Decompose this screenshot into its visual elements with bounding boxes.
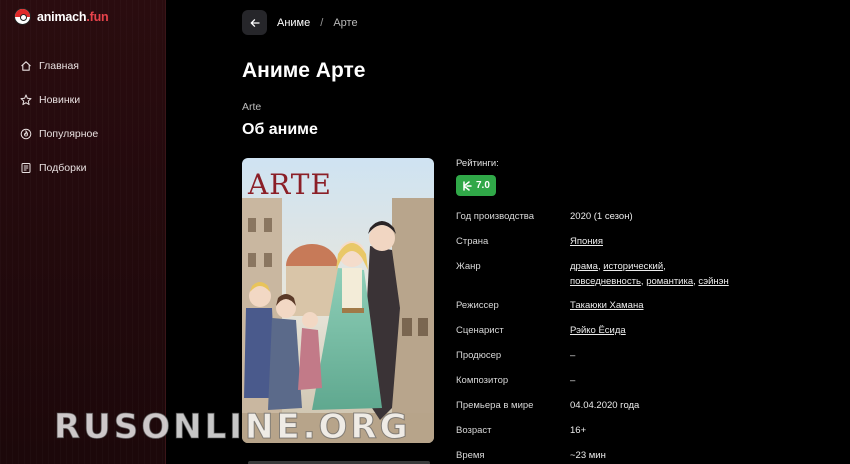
genre-link[interactable]: сэйнэн <box>698 276 728 287</box>
writer-link[interactable]: Рэйко Ёсида <box>570 325 626 336</box>
arrow-left-icon <box>250 18 260 27</box>
sidebar-item-popular[interactable]: Популярное <box>20 117 98 151</box>
detail-label: Композитор <box>456 375 509 386</box>
original-title: Arte <box>242 101 262 113</box>
genre-link[interactable]: романтика <box>646 276 693 287</box>
back-button[interactable] <box>242 10 267 35</box>
detail-row-premiere: Премьера в мире 04.04.2020 года <box>456 398 639 413</box>
detail-label: Возраст <box>456 425 492 436</box>
genre-link[interactable]: повседневность <box>570 276 641 287</box>
logo-text: animach.fun <box>37 9 109 24</box>
genre-link[interactable]: драма <box>570 261 598 272</box>
poster-title-text: ARTE <box>247 168 332 201</box>
breadcrumb-separator: / <box>320 16 324 29</box>
pokeball-icon <box>14 8 31 25</box>
sidebar-item-label: Популярное <box>39 128 99 140</box>
breadcrumb: Аниме / Арте <box>242 10 358 35</box>
detail-value: 04.04.2020 года <box>570 400 640 411</box>
detail-value: 16+ <box>570 425 587 436</box>
sidebar-item-collections[interactable]: Подборки <box>20 151 98 185</box>
anime-poster[interactable]: ARTE <box>242 158 434 443</box>
country-link[interactable]: Япония <box>570 236 603 247</box>
detail-value: 2020 (1 сезон) <box>570 211 633 222</box>
star-icon <box>20 94 32 106</box>
detail-label: Год производства <box>456 211 535 222</box>
detail-label: Страна <box>456 236 489 247</box>
detail-row-year: Год производства 2020 (1 сезон) <box>456 209 633 224</box>
sidebar-item-label: Подборки <box>39 162 87 174</box>
collection-icon <box>21 163 31 173</box>
breadcrumb-parent-link[interactable]: Аниме <box>277 17 310 29</box>
detail-row-genre: Жанр драма, исторический, повседневность… <box>456 261 729 287</box>
detail-value: ~23 мин <box>570 450 606 461</box>
detail-label: Время <box>456 450 485 461</box>
detail-row-duration: Время ~23 мин <box>456 448 606 463</box>
home-icon <box>21 61 31 71</box>
kinopoisk-icon <box>463 180 472 191</box>
sidebar-nav: Главная Новинки Популярное Подборки <box>20 49 98 185</box>
rating-value: 7.0 <box>476 180 490 191</box>
kinopoisk-rating-badge[interactable]: 7.0 <box>456 175 496 196</box>
genre-link[interactable]: исторический <box>603 261 663 272</box>
detail-row-age: Возраст 16+ <box>456 423 586 438</box>
fire-icon <box>20 128 32 140</box>
detail-label: Режиссер <box>456 300 499 311</box>
detail-row-country: Страна Япония <box>456 234 603 249</box>
breadcrumb-current: Арте <box>333 16 358 29</box>
detail-value: – <box>570 350 576 361</box>
sidebar-item-label: Новинки <box>39 94 81 106</box>
anime-details: Рейтинги: 7.0 Год производства 2020 (1 с… <box>456 158 786 461</box>
director-link[interactable]: Такаюки Хамана <box>570 300 644 311</box>
about-heading: Об аниме <box>242 121 318 138</box>
ratings-label: Рейтинги: <box>456 158 499 169</box>
watermark: RUSONLINE.ORG <box>54 407 411 448</box>
site-logo[interactable]: animach.fun <box>14 8 109 25</box>
detail-row-director: Режиссер Такаюки Хамана <box>456 298 644 313</box>
sidebar-item-label: Главная <box>39 60 79 72</box>
poster-image: ARTE <box>242 158 434 443</box>
detail-row-producer: Продюсер – <box>456 348 575 363</box>
detail-row-composer: Композитор – <box>456 373 575 388</box>
sidebar-item-new[interactable]: Новинки <box>20 83 98 117</box>
sidebar-item-home[interactable]: Главная <box>20 49 98 83</box>
page-title: Аниме Арте <box>242 59 366 82</box>
detail-label: Жанр <box>456 261 481 272</box>
sidebar: animach.fun Главная Новинки Популярное П… <box>0 0 166 464</box>
detail-value: – <box>570 375 576 386</box>
detail-label: Сценарист <box>456 325 504 336</box>
detail-row-writer: Сценарист Рэйко Ёсида <box>456 323 626 338</box>
detail-label: Премьера в мире <box>456 400 534 411</box>
detail-label: Продюсер <box>456 350 502 361</box>
